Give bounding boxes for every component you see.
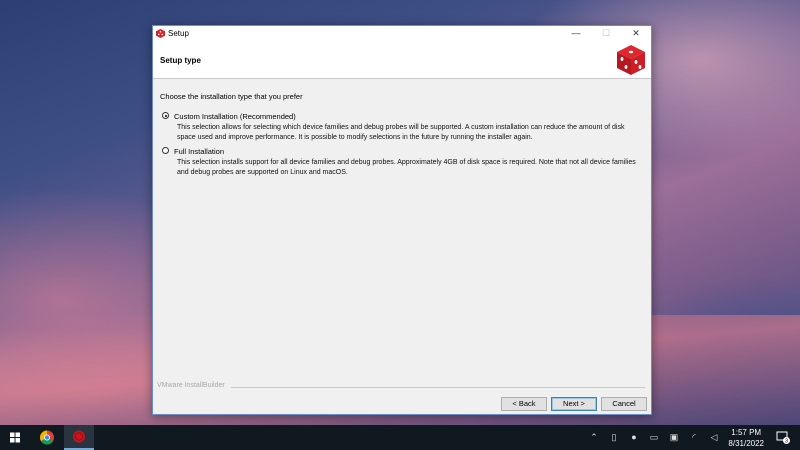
- option-description: This selection allows for selecting whic…: [177, 124, 625, 141]
- clock-time: 1:57 PM: [731, 428, 762, 437]
- windows-start-icon[interactable]: [0, 425, 30, 450]
- title-bar[interactable]: Setup — ☐ ✕: [153, 26, 651, 41]
- battery-icon[interactable]: ▭: [648, 431, 660, 443]
- setup-window: Setup — ☐ ✕ Setup type Choose the instal…: [152, 25, 652, 415]
- network-icon[interactable]: ◜: [688, 431, 700, 443]
- clock-date: 8/31/2022: [728, 439, 764, 448]
- close-button[interactable]: ✕: [621, 26, 651, 41]
- radio-full-installation[interactable]: [162, 147, 169, 154]
- chrome-icon[interactable]: [32, 425, 62, 450]
- display-icon[interactable]: ▣: [668, 431, 680, 443]
- notification-count: 3: [785, 439, 788, 444]
- volume-mute-icon[interactable]: ◁: [708, 431, 720, 443]
- window-title: Setup: [168, 29, 189, 38]
- minimize-button[interactable]: —: [561, 26, 591, 41]
- page-title: Setup type: [160, 56, 201, 65]
- device-icon[interactable]: ▯: [608, 431, 620, 443]
- maximize-button[interactable]: ☐: [591, 26, 621, 41]
- notification-icon[interactable]: 3: [776, 430, 790, 444]
- taskbar: ⌃ ▯ ● ▭ ▣ ◜ ◁ 1:57 PM 8/31/2022 3: [0, 425, 800, 450]
- option-label: Custom Installation (Recommended): [174, 112, 296, 121]
- security-icon[interactable]: ●: [628, 431, 640, 443]
- chevron-up-icon[interactable]: ⌃: [588, 431, 600, 443]
- prompt-text: Choose the installation type that you pr…: [160, 92, 303, 101]
- radio-custom-installation[interactable]: [162, 112, 169, 119]
- installer-brand: VMware InstallBuilder: [157, 382, 225, 389]
- dice-logo-icon: [617, 45, 645, 75]
- setup-icon[interactable]: [64, 425, 94, 450]
- wizard-header: Setup type: [153, 41, 651, 79]
- option-description: This selection installs support for all …: [177, 159, 636, 176]
- cancel-button[interactable]: Cancel: [601, 397, 647, 411]
- option-full-installation[interactable]: Full Installation: [160, 146, 643, 156]
- option-label: Full Installation: [174, 147, 225, 156]
- next-button[interactable]: Next >: [551, 397, 597, 411]
- option-custom-installation[interactable]: Custom Installation (Recommended): [160, 111, 643, 121]
- back-button[interactable]: < Back: [501, 397, 547, 411]
- system-clock[interactable]: 1:57 PM 8/31/2022: [728, 427, 764, 449]
- wizard-content: Choose the installation type that you pr…: [160, 92, 643, 181]
- app-cube-icon: [156, 29, 165, 38]
- footer-divider: [231, 387, 645, 388]
